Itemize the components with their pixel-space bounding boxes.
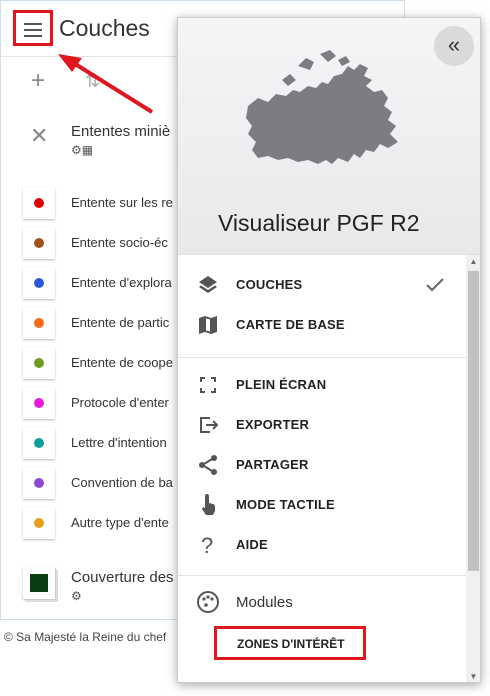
remove-layer-icon[interactable]: ✕ — [30, 123, 48, 149]
menu-item-label: AIDE — [236, 537, 268, 552]
legend-color-dot — [34, 278, 44, 288]
hamburger-icon — [24, 23, 42, 25]
sort-icon[interactable]: ⇅ — [85, 71, 100, 92]
legend-swatch — [23, 387, 55, 419]
add-layer-icon[interactable]: + — [31, 69, 45, 93]
legend-swatch — [23, 427, 55, 459]
gear-icon[interactable]: ⚙ — [71, 589, 82, 603]
legend-color-dot — [34, 398, 44, 408]
menu-button[interactable] — [13, 10, 53, 46]
legend-swatch — [23, 227, 55, 259]
legend-label: Protocole d'enter — [71, 395, 169, 410]
legend-label: Convention de ba — [71, 475, 173, 490]
svg-text:?: ? — [201, 533, 213, 557]
menu-item-label: PLEIN ÉCRAN — [236, 377, 327, 392]
layers-icon — [199, 276, 217, 293]
legend-swatch — [23, 567, 55, 599]
legend-swatch — [23, 347, 55, 379]
legend-item[interactable]: Entente sur les re — [1, 185, 181, 225]
legend-swatch — [23, 267, 55, 299]
menu-item-aide[interactable]: ? AIDE — [178, 525, 466, 565]
legend-item[interactable]: Lettre d'intention — [1, 425, 181, 465]
legend-swatch — [23, 307, 55, 339]
menu-item-carte-de-base[interactable]: CARTE DE BASE — [178, 305, 466, 345]
scroll-down-arrow-icon[interactable]: ▼ — [466, 670, 480, 682]
layer-group-title: Ententes miniè — [71, 123, 171, 140]
help-icon: ? — [201, 533, 213, 557]
legend-label: Entente socio-éc — [71, 235, 168, 250]
layer-title: Couverture des — [71, 569, 174, 586]
menu-item-label: MODE TACTILE — [236, 497, 335, 512]
fullscreen-icon — [200, 377, 216, 393]
check-icon — [426, 278, 444, 292]
touch-icon — [202, 494, 216, 515]
menu-item-exporter[interactable]: EXPORTER — [178, 405, 466, 445]
legend-swatch — [23, 187, 55, 219]
legend-color-dot — [34, 318, 44, 328]
legend-color-dot — [34, 358, 44, 368]
drawer-scrollbar[interactable]: ▲ ▼ — [466, 255, 480, 682]
zones-interet-label: ZONES D'INTÉRÊT — [237, 637, 345, 651]
legend-label: Entente sur les re — [71, 195, 173, 210]
panel-title: Couches — [59, 15, 150, 41]
legend-swatch — [23, 467, 55, 499]
drawer-header: « Visualiseur PGF R2 — [178, 18, 480, 255]
zones-interet-button[interactable]: ZONES D'INTÉRÊT — [214, 626, 366, 660]
legend-label: Autre type d'ente — [71, 515, 169, 530]
menu-item-label: CARTE DE BASE — [236, 317, 345, 332]
legend-item[interactable]: Convention de ba — [1, 465, 181, 505]
map-icon — [199, 316, 217, 334]
attribution-text: © Sa Majesté la Reine du chef — [4, 630, 167, 644]
legend-item[interactable]: Autre type d'ente — [1, 505, 181, 545]
menu-item-mode-tactile[interactable]: MODE TACTILE — [178, 485, 466, 525]
drawer-menu: COUCHES CARTE DE BASE PLEIN ÉCRAN EXPORT… — [178, 255, 466, 682]
layer-toolbar: + ⇅ — [31, 69, 181, 97]
navigation-drawer: « Visualiseur PGF R2 COUCHES CARTE DE BA… — [177, 17, 481, 683]
menu-item-couches[interactable]: COUCHES — [178, 265, 466, 305]
menu-item-partager[interactable]: PARTAGER — [178, 445, 466, 485]
divider — [178, 357, 466, 358]
legend-color-dot — [34, 238, 44, 248]
menu-item-plein-ecran[interactable]: PLEIN ÉCRAN — [178, 365, 466, 405]
legend-item[interactable]: Entente de coope — [1, 345, 181, 385]
divider — [178, 575, 466, 576]
scroll-up-arrow-icon[interactable]: ▲ — [466, 255, 480, 269]
legend-item[interactable]: Protocole d'enter — [1, 385, 181, 425]
collapse-drawer-button[interactable]: « — [434, 26, 474, 66]
modules-label: Modules — [236, 594, 293, 611]
legend-swatch — [23, 507, 55, 539]
app-title: Visualiseur PGF R2 — [218, 210, 420, 236]
legend-item[interactable]: Entente socio-éc — [1, 225, 181, 265]
legend-color-dot — [34, 518, 44, 528]
legend-label: Lettre d'intention — [71, 435, 167, 450]
legend-list: Entente sur les re Entente socio-éc Entent… — [1, 185, 181, 545]
legend-color-dot — [34, 198, 44, 208]
export-icon — [200, 417, 219, 433]
legend-label: Entente d'explora — [71, 275, 172, 290]
layer-couverture[interactable]: Couverture des ⚙ — [1, 563, 181, 613]
share-icon — [199, 455, 217, 475]
menu-item-label: PARTAGER — [236, 457, 309, 472]
legend-label: Entente de partic — [71, 315, 170, 330]
scroll-thumb[interactable] — [468, 271, 479, 571]
legend-color-dot — [34, 478, 44, 488]
menu-item-label: COUCHES — [236, 277, 303, 292]
menu-item-label: EXPORTER — [236, 417, 310, 432]
canada-map-logo — [246, 50, 398, 164]
legend-item[interactable]: Entente de partic — [1, 305, 181, 345]
legend-color-dot — [34, 438, 44, 448]
menu-item-modules[interactable]: Modules — [178, 582, 466, 622]
layer-settings-icon[interactable]: ⚙▦ — [71, 143, 93, 157]
double-chevron-left-icon: « — [447, 32, 461, 57]
legend-label: Entente de coope — [71, 355, 173, 370]
legend-item[interactable]: Entente d'explora — [1, 265, 181, 305]
palette-icon — [197, 591, 219, 613]
layer-group-ententes[interactable]: ✕ Ententes miniè ⚙▦ — [1, 117, 181, 167]
